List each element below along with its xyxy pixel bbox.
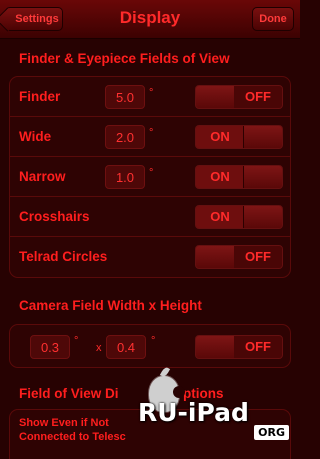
watermark: RU-iPad ORG <box>135 376 291 444</box>
wide-toggle[interactable]: ON <box>195 125 283 149</box>
done-button[interactable]: Done <box>252 7 294 31</box>
wide-row: Wide 2.0 ° ON <box>10 117 290 157</box>
toggle-state: ON <box>196 166 244 188</box>
telrad-toggle[interactable]: OFF <box>195 245 283 269</box>
camera-row: 0.3 ° x 0.4 ° OFF <box>10 325 290 367</box>
toggle-knob <box>196 86 235 108</box>
narrow-label: Narrow <box>19 169 66 184</box>
camera-fov-group: 0.3 ° x 0.4 ° OFF <box>9 324 291 368</box>
degree-unit: ° <box>149 167 154 179</box>
camera-toggle[interactable]: OFF <box>195 335 283 359</box>
finder-row: Finder 5.0 ° OFF <box>10 77 290 117</box>
telrad-label: Telrad Circles <box>19 249 108 264</box>
times-separator: x <box>96 342 102 354</box>
degree-unit: ° <box>149 87 154 99</box>
watermark-badge: ORG <box>254 425 289 440</box>
toggle-state: OFF <box>234 246 282 268</box>
wide-label: Wide <box>19 129 52 144</box>
camera-height-field[interactable]: 0.4 <box>106 335 146 359</box>
finder-label: Finder <box>19 89 61 104</box>
toggle-state: OFF <box>234 86 282 108</box>
navigation-bar: Settings Display Done <box>0 0 300 39</box>
fov-display-title-start: Field of View Di <box>19 386 119 401</box>
degree-unit: ° <box>151 335 156 347</box>
finder-section-title: Finder & Eyepiece Fields of View <box>19 51 230 66</box>
crosshairs-toggle[interactable]: ON <box>195 205 283 229</box>
watermark-text: RU-iPad <box>138 398 249 427</box>
camera-width-field[interactable]: 0.3 <box>30 335 70 359</box>
narrow-toggle[interactable]: ON <box>195 165 283 189</box>
show-when-disconnected-label-line1: Show Even if Not <box>19 417 109 429</box>
crosshairs-label: Crosshairs <box>19 209 90 224</box>
toggle-state: ON <box>196 126 244 148</box>
degree-unit: ° <box>74 335 79 347</box>
show-when-disconnected-label-line2: Connected to Telesc <box>19 431 126 443</box>
toggle-knob <box>196 336 235 358</box>
toggle-knob <box>243 126 282 148</box>
narrow-value-field[interactable]: 1.0 <box>105 165 145 189</box>
toggle-state: ON <box>196 206 244 228</box>
toggle-state: OFF <box>234 336 282 358</box>
toggle-knob <box>243 206 282 228</box>
finder-fov-group: Finder 5.0 ° OFF Wide 2.0 ° ON Narrow 1.… <box>9 76 291 278</box>
finder-value-field[interactable]: 5.0 <box>105 85 145 109</box>
crosshairs-row: Crosshairs ON <box>10 197 290 237</box>
camera-section-title: Camera Field Width x Height <box>19 298 202 313</box>
telrad-row: Telrad Circles OFF <box>10 237 290 277</box>
toggle-knob <box>196 246 235 268</box>
narrow-row: Narrow 1.0 ° ON <box>10 157 290 197</box>
degree-unit: ° <box>149 127 154 139</box>
finder-toggle[interactable]: OFF <box>195 85 283 109</box>
toggle-knob <box>243 166 282 188</box>
wide-value-field[interactable]: 2.0 <box>105 125 145 149</box>
